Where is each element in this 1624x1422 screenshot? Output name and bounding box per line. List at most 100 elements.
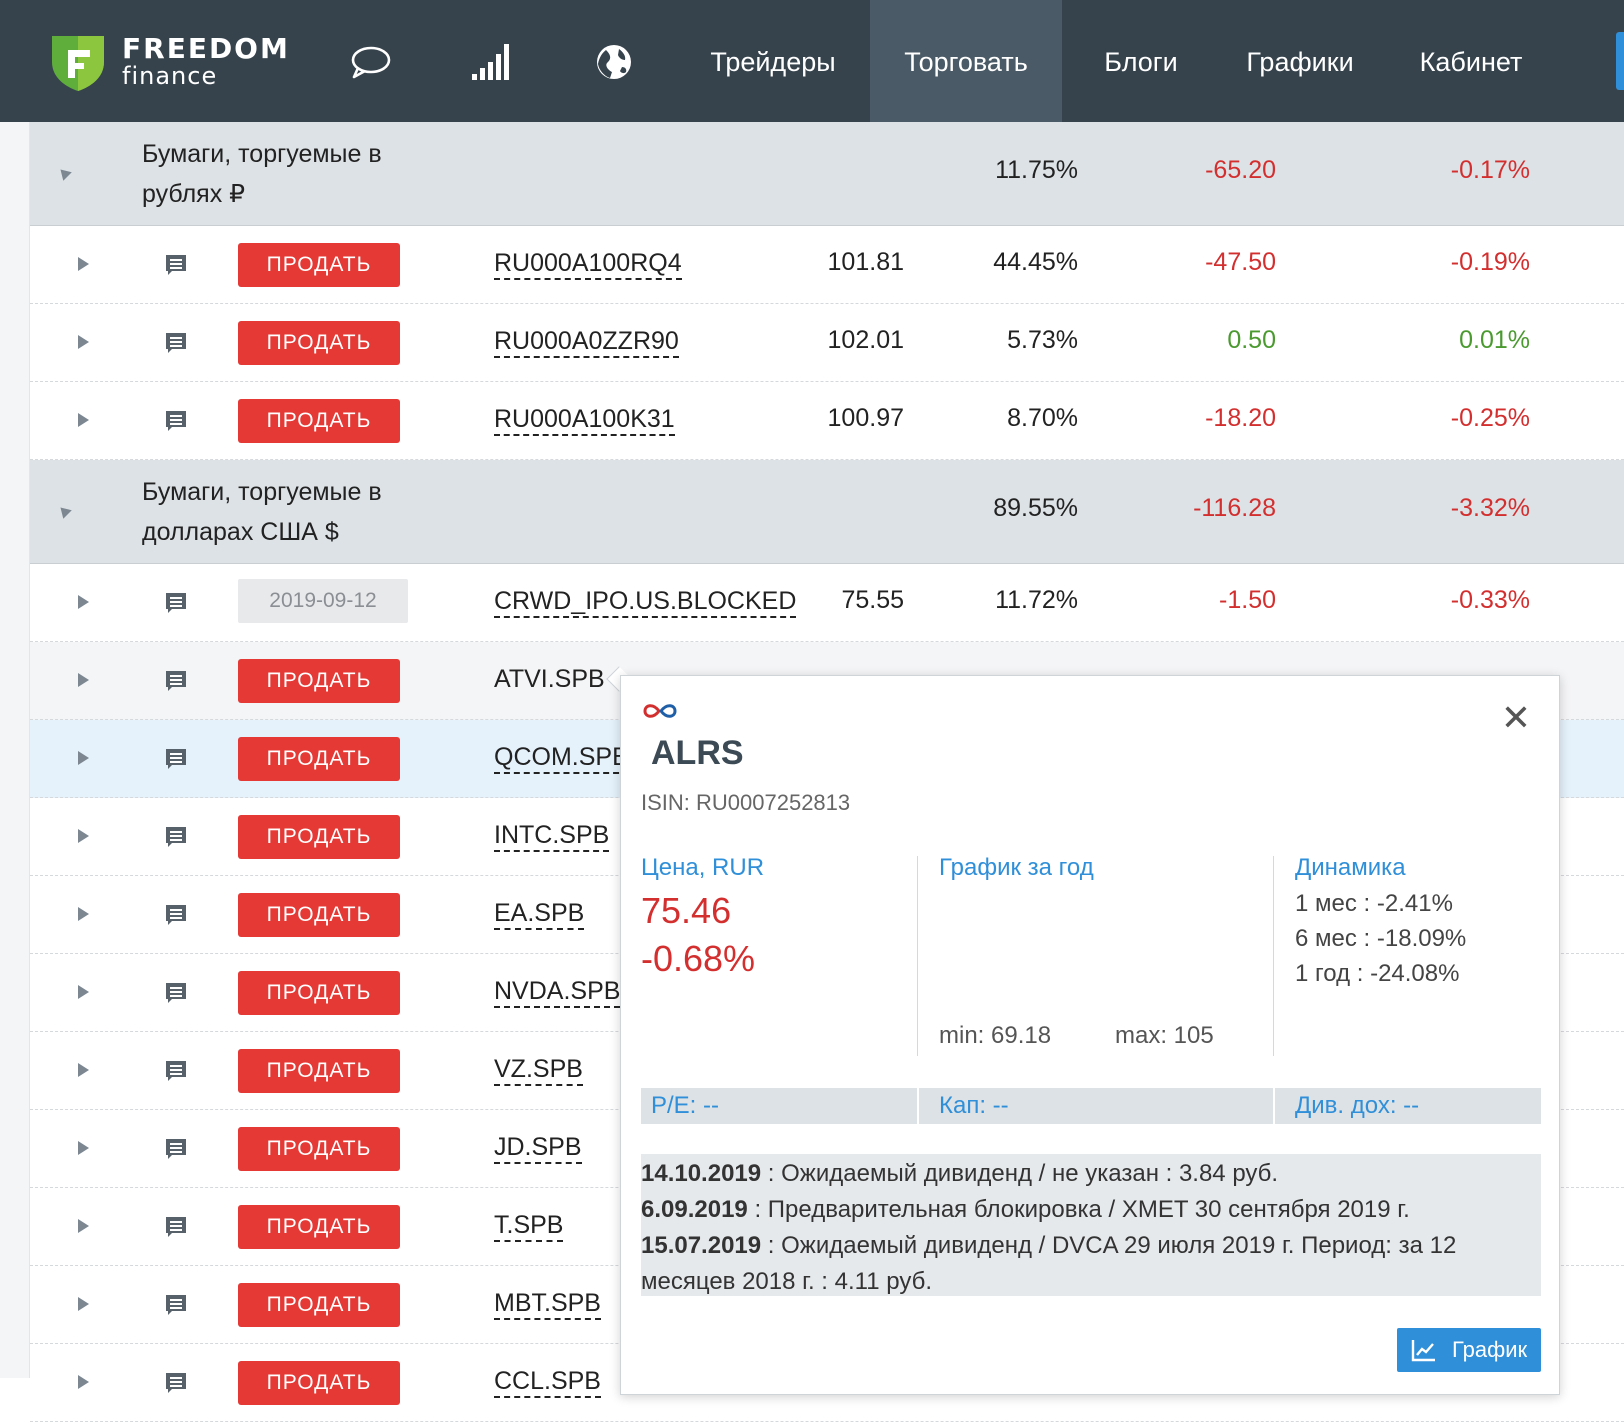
comment-icon[interactable] [164,409,188,433]
pl-cell: 0.50 [1227,326,1276,354]
dynamics-period: 1 год : [1295,960,1364,987]
blocked-date-badge: 2019-09-12 [238,579,408,623]
nav-blogs[interactable]: Блоги [1082,0,1200,122]
popup-price: 75.46 [641,890,732,931]
ticker-link[interactable]: CRWD_IPO.US.BLOCKED [494,586,797,618]
group-row-rub[interactable]: Бумаги, торгуемые в рублях ₽ 11.75% -65.… [30,122,1624,226]
comment-icon[interactable] [164,591,188,615]
expand-arrow-icon[interactable] [78,1141,89,1155]
ticker-link[interactable]: MBT.SPB [494,1288,601,1320]
chat-bubble-icon[interactable] [348,40,392,84]
comment-icon[interactable] [164,747,188,771]
sell-button[interactable]: ПРОДАТЬ [238,1283,400,1327]
signal-bars-icon[interactable] [470,40,514,84]
comment-icon[interactable] [164,669,188,693]
comment-icon[interactable] [164,825,188,849]
sell-button[interactable]: ПРОДАТЬ [238,399,400,443]
ticker-link[interactable]: RU000A0ZZR90 [494,326,679,358]
comment-icon[interactable] [164,1059,188,1083]
expand-arrow-icon[interactable] [78,907,89,921]
ticker-link[interactable]: QCOM.SPB [494,742,629,774]
expand-arrow-icon[interactable] [78,413,89,427]
nav-traders[interactable]: Трейдеры [693,0,853,122]
sell-button[interactable]: ПРОДАТЬ [238,1049,400,1093]
comment-icon[interactable] [164,331,188,355]
ticker-link[interactable]: NVDA.SPB [494,976,621,1008]
expand-arrow-icon[interactable] [78,1375,89,1389]
dynamics-period: 6 мес : [1295,925,1371,952]
brand-name[interactable]: FREEDOM finance [122,34,290,89]
expand-arrow-icon[interactable] [78,595,89,609]
dynamics-heading: Динамика [1295,854,1406,881]
instrument-popup: ALRS ✕ ISIN: RU0007252813 Цена, RUR 75.4… [620,675,1560,1395]
expand-arrow-icon[interactable] [78,1063,89,1077]
sell-button[interactable]: ПРОДАТЬ [238,1361,400,1405]
ticker-link[interactable]: RU000A100K31 [494,404,675,436]
table-row[interactable]: ПРОДАТЬ RU000A100K31 100.97 8.70% -18.20… [30,382,1624,460]
ticker-link[interactable]: EA.SPB [494,898,585,930]
comment-icon[interactable] [164,253,188,277]
sell-button[interactable]: ПРОДАТЬ [238,1205,400,1249]
expand-arrow-icon[interactable] [78,985,89,999]
collapse-caret-icon[interactable] [56,165,72,181]
sell-button[interactable]: ПРОДАТЬ [238,815,400,859]
comment-icon[interactable] [164,1215,188,1239]
sell-button[interactable]: ПРОДАТЬ [238,321,400,365]
expand-arrow-icon[interactable] [78,257,89,271]
share-cell: 11.72% [995,586,1078,614]
sell-button[interactable]: ПРОДАТЬ [238,893,400,937]
event-date: 6.09.2019 [641,1196,748,1223]
pe-metric: P/E: -- [651,1092,720,1119]
group-pl: -65.20 [1205,156,1276,184]
ticker-link[interactable]: CCL.SPB [494,1366,601,1398]
metric-divider [1273,1088,1275,1124]
ticker-link[interactable]: VZ.SPB [494,1054,583,1086]
group-share: 11.75% [995,156,1078,184]
collapse-caret-icon[interactable] [56,503,72,519]
pct-cell: -0.19% [1450,248,1530,276]
comment-icon[interactable] [164,903,188,927]
group-row-usd[interactable]: Бумаги, торгуемые в долларах США $ 89.55… [30,460,1624,564]
ticker-link[interactable]: T.SPB [494,1210,564,1242]
table-row[interactable]: ПРОДАТЬ RU000A100RQ4 101.81 44.45% -47.5… [30,226,1624,304]
header-right-button[interactable] [1616,32,1624,90]
expand-arrow-icon[interactable] [78,1297,89,1311]
nav-cabinet[interactable]: Кабинет [1398,0,1544,122]
sell-button[interactable]: ПРОДАТЬ [238,737,400,781]
sell-button[interactable]: ПРОДАТЬ [238,243,400,287]
sell-button[interactable]: ПРОДАТЬ [238,1127,400,1171]
pl-cell: -18.20 [1205,404,1276,432]
ticker-link[interactable]: JD.SPB [494,1132,582,1164]
dynamics-value: -2.41% [1376,890,1453,917]
corporate-events: 14.10.2019 : Ожидаемый дивиденд / не ука… [641,1154,1541,1296]
ticker-link[interactable]: RU000A100RQ4 [494,248,682,280]
metric-divider [917,1088,919,1124]
comment-icon[interactable] [164,1137,188,1161]
table-row[interactable]: ПРОДАТЬ RU000A0ZZR90 102.01 5.73% 0.50 0… [30,304,1624,382]
table-row[interactable]: 2019-09-12 CRWD_IPO.US.BLOCKED 75.55 11.… [30,564,1624,642]
expand-arrow-icon[interactable] [78,335,89,349]
expand-arrow-icon[interactable] [78,673,89,687]
globe-icon[interactable] [592,40,636,84]
comment-icon[interactable] [164,1293,188,1317]
event-date: 14.10.2019 [641,1160,762,1187]
nav-trade[interactable]: Торговать [870,0,1062,122]
pct-cell: -0.25% [1450,404,1530,432]
ticker-link[interactable]: INTC.SPB [494,820,610,852]
nav-charts[interactable]: Графики [1232,0,1368,122]
event-text: : Предварительная блокировка / XMET 30 с… [747,1196,1410,1223]
chart-button[interactable]: График [1397,1328,1541,1372]
expand-arrow-icon[interactable] [78,751,89,765]
event-text: : Ожидаемый дивиденд / не указан : 3.84 … [761,1160,1279,1187]
sell-button[interactable]: ПРОДАТЬ [238,971,400,1015]
ticker-link[interactable]: ATVI.SPB [494,664,605,694]
freedom-logo-icon[interactable] [50,32,106,92]
comment-icon[interactable] [164,981,188,1005]
sell-button[interactable]: ПРОДАТЬ [238,659,400,703]
year-min: min: 69.18 [939,1022,1052,1049]
share-cell: 5.73% [1007,326,1078,354]
close-icon[interactable]: ✕ [1501,700,1531,736]
expand-arrow-icon[interactable] [78,1219,89,1233]
comment-icon[interactable] [164,1371,188,1395]
expand-arrow-icon[interactable] [78,829,89,843]
